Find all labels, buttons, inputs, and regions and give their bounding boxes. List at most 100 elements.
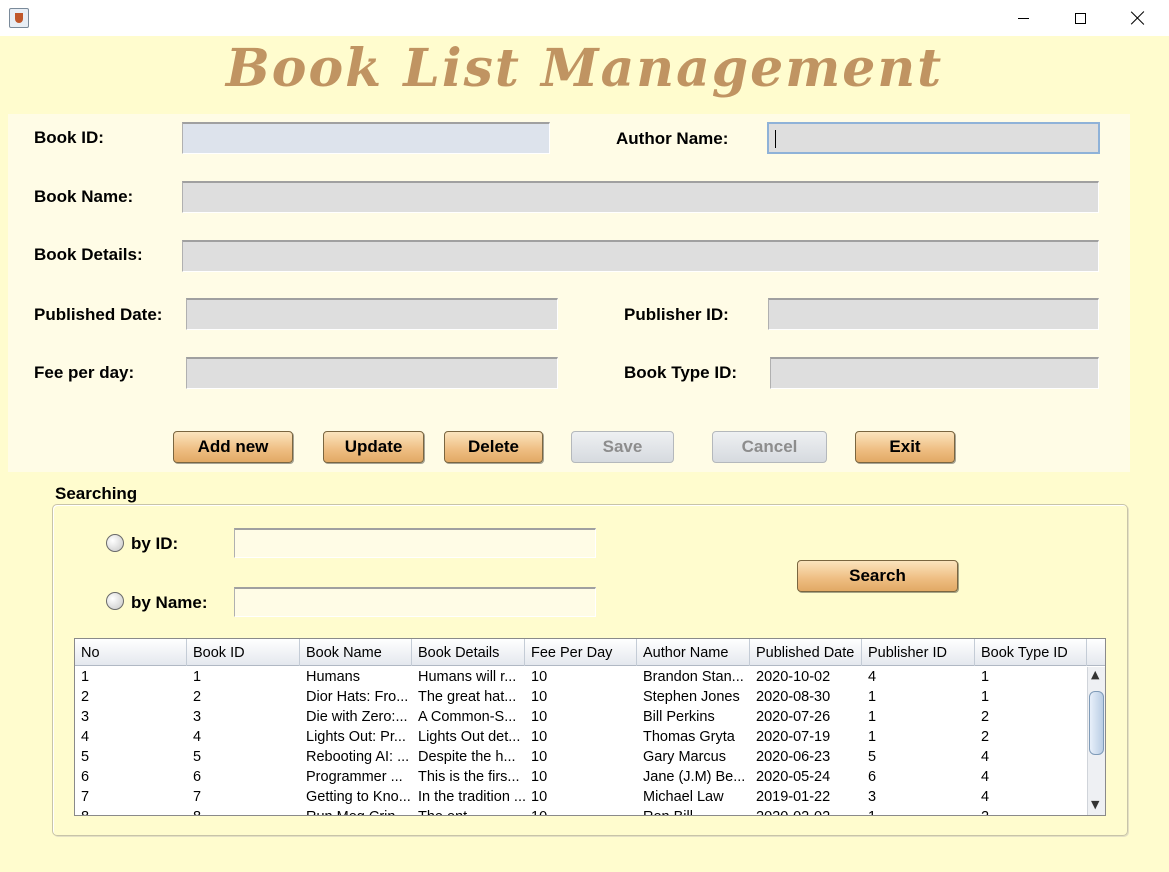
- book-id-field[interactable]: [182, 122, 550, 154]
- table-cell[interactable]: 5: [75, 747, 187, 767]
- table-row[interactable]: 6 6 Programmer ... This is the firs... 10 Jan…: [75, 767, 1087, 787]
- column-header[interactable]: Book Name: [300, 639, 412, 666]
- published-date-field[interactable]: [186, 298, 558, 330]
- table-cell[interactable]: Humans: [300, 667, 412, 687]
- table-cell[interactable]: Ron Bill...: [637, 807, 750, 815]
- table-cell[interactable]: The great hat...: [412, 687, 525, 707]
- table-cell[interactable]: Despite the h...: [412, 747, 525, 767]
- published-date-input[interactable]: [187, 300, 557, 329]
- table-cell[interactable]: 2020-08-30: [750, 687, 862, 707]
- table-cell[interactable]: 1: [862, 687, 975, 707]
- table-cell[interactable]: 2: [975, 707, 1087, 727]
- cancel-button[interactable]: Cancel: [712, 431, 827, 463]
- author-name-input[interactable]: [769, 124, 1098, 152]
- table-cell[interactable]: 10: [525, 667, 637, 687]
- book-type-id-input[interactable]: [771, 359, 1098, 388]
- book-name-field[interactable]: [182, 181, 1099, 213]
- table-cell[interactable]: 1: [975, 667, 1087, 687]
- table-cell[interactable]: 1: [862, 707, 975, 727]
- table-cell[interactable]: Michael Law: [637, 787, 750, 807]
- publisher-id-input[interactable]: [769, 300, 1098, 329]
- column-header[interactable]: Publisher ID: [862, 639, 975, 666]
- table-cell[interactable]: 2019-01-22: [750, 787, 862, 807]
- table-cell[interactable]: In the tradition ...: [412, 787, 525, 807]
- author-name-field[interactable]: [767, 122, 1100, 154]
- table-cell[interactable]: 10: [525, 807, 637, 815]
- table-row[interactable]: 3 3 Die with Zero:... A Common-S... 10 Bill P…: [75, 707, 1087, 727]
- table-cell[interactable]: 4: [862, 667, 975, 687]
- table-cell[interactable]: 3: [862, 787, 975, 807]
- table-cell[interactable]: Lights Out: Pr...: [300, 727, 412, 747]
- fee-per-day-field[interactable]: [186, 357, 558, 389]
- table-cell[interactable]: 1: [975, 687, 1087, 707]
- table-row[interactable]: 4 4 Lights Out: Pr... Lights Out det... 10 Th…: [75, 727, 1087, 747]
- table-row[interactable]: 2 2 Dior Hats: Fro... The great hat... 10 Ste…: [75, 687, 1087, 707]
- table-cell[interactable]: 1: [75, 667, 187, 687]
- table-cell[interactable]: 10: [525, 707, 637, 727]
- table-cell[interactable]: 10: [525, 687, 637, 707]
- table-cell[interactable]: 2: [187, 687, 300, 707]
- update-button[interactable]: Update: [323, 431, 424, 463]
- table-cell[interactable]: The ent...: [412, 807, 525, 815]
- table-cell[interactable]: 10: [525, 787, 637, 807]
- publisher-id-field[interactable]: [768, 298, 1099, 330]
- table-cell[interactable]: 7: [187, 787, 300, 807]
- search-button[interactable]: Search: [797, 560, 958, 592]
- scrollbar-thumb[interactable]: [1089, 691, 1104, 755]
- table-cell[interactable]: 3: [75, 707, 187, 727]
- table-cell[interactable]: Humans will r...: [412, 667, 525, 687]
- search-by-id-radio[interactable]: [106, 534, 124, 552]
- table-cell[interactable]: This is the firs...: [412, 767, 525, 787]
- book-id-input[interactable]: [183, 124, 549, 153]
- table-row[interactable]: 1 1 Humans Humans will r... 10 Brandon Stan..…: [75, 667, 1087, 687]
- table-cell[interactable]: 5: [187, 747, 300, 767]
- column-header[interactable]: Published Date: [750, 639, 862, 666]
- table-cell[interactable]: Stephen Jones: [637, 687, 750, 707]
- book-details-field[interactable]: [182, 240, 1099, 272]
- table-cell[interactable]: Brandon Stan...: [637, 667, 750, 687]
- table-cell[interactable]: Jane (J.M) Be...: [637, 767, 750, 787]
- table-cell[interactable]: 4: [975, 747, 1087, 767]
- table-cell[interactable]: 2020-06-23: [750, 747, 862, 767]
- search-by-name-input[interactable]: [235, 589, 595, 616]
- maximize-button[interactable]: [1051, 0, 1109, 36]
- table-cell[interactable]: 6: [75, 767, 187, 787]
- table-cell[interactable]: Dior Hats: Fro...: [300, 687, 412, 707]
- column-header[interactable]: Fee Per Day: [525, 639, 637, 666]
- column-header[interactable]: No: [75, 639, 187, 666]
- table-cell[interactable]: 2020-02-02: [750, 807, 862, 815]
- table-cell[interactable]: 8: [75, 807, 187, 815]
- exit-button[interactable]: Exit: [855, 431, 955, 463]
- search-by-name-radio[interactable]: [106, 592, 124, 610]
- table-cell[interactable]: 10: [525, 747, 637, 767]
- table-cell[interactable]: Gary Marcus: [637, 747, 750, 767]
- minimize-button[interactable]: [994, 0, 1052, 36]
- table-cell[interactable]: Getting to Kno...: [300, 787, 412, 807]
- table-cell[interactable]: 2: [75, 687, 187, 707]
- table-cell[interactable]: Rebooting AI: ...: [300, 747, 412, 767]
- book-table[interactable]: No Book ID Book Name Book Details Fee Pe…: [74, 638, 1106, 816]
- table-cell[interactable]: 1: [187, 667, 300, 687]
- scroll-down-arrow-icon[interactable]: ▼: [1091, 798, 1099, 811]
- save-button[interactable]: Save: [571, 431, 674, 463]
- table-cell[interactable]: 3: [187, 707, 300, 727]
- search-by-id-input[interactable]: [235, 530, 595, 557]
- table-row[interactable]: 88Run Meg Crin...The ent...10Ron Bill...…: [75, 807, 1087, 815]
- table-cell[interactable]: 2020-05-24: [750, 767, 862, 787]
- table-cell[interactable]: 4: [75, 727, 187, 747]
- table-cell[interactable]: 2: [975, 807, 1087, 815]
- table-cell[interactable]: 10: [525, 767, 637, 787]
- column-header[interactable]: Book ID: [187, 639, 300, 666]
- book-details-input[interactable]: [183, 242, 1098, 271]
- search-by-name-field[interactable]: [234, 587, 596, 617]
- table-cell[interactable]: 6: [862, 767, 975, 787]
- table-cell[interactable]: 8: [187, 807, 300, 815]
- delete-button[interactable]: Delete: [444, 431, 543, 463]
- table-cell[interactable]: 5: [862, 747, 975, 767]
- table-row[interactable]: 7 7 Getting to Kno... In the tradition ... 1…: [75, 787, 1087, 807]
- table-cell[interactable]: 2020-10-02: [750, 667, 862, 687]
- table-cell[interactable]: 2020-07-19: [750, 727, 862, 747]
- table-cell[interactable]: A Common-S...: [412, 707, 525, 727]
- column-header[interactable]: Book Details: [412, 639, 525, 666]
- table-row[interactable]: 5 5 Rebooting AI: ... Despite the h... 10 Gar…: [75, 747, 1087, 767]
